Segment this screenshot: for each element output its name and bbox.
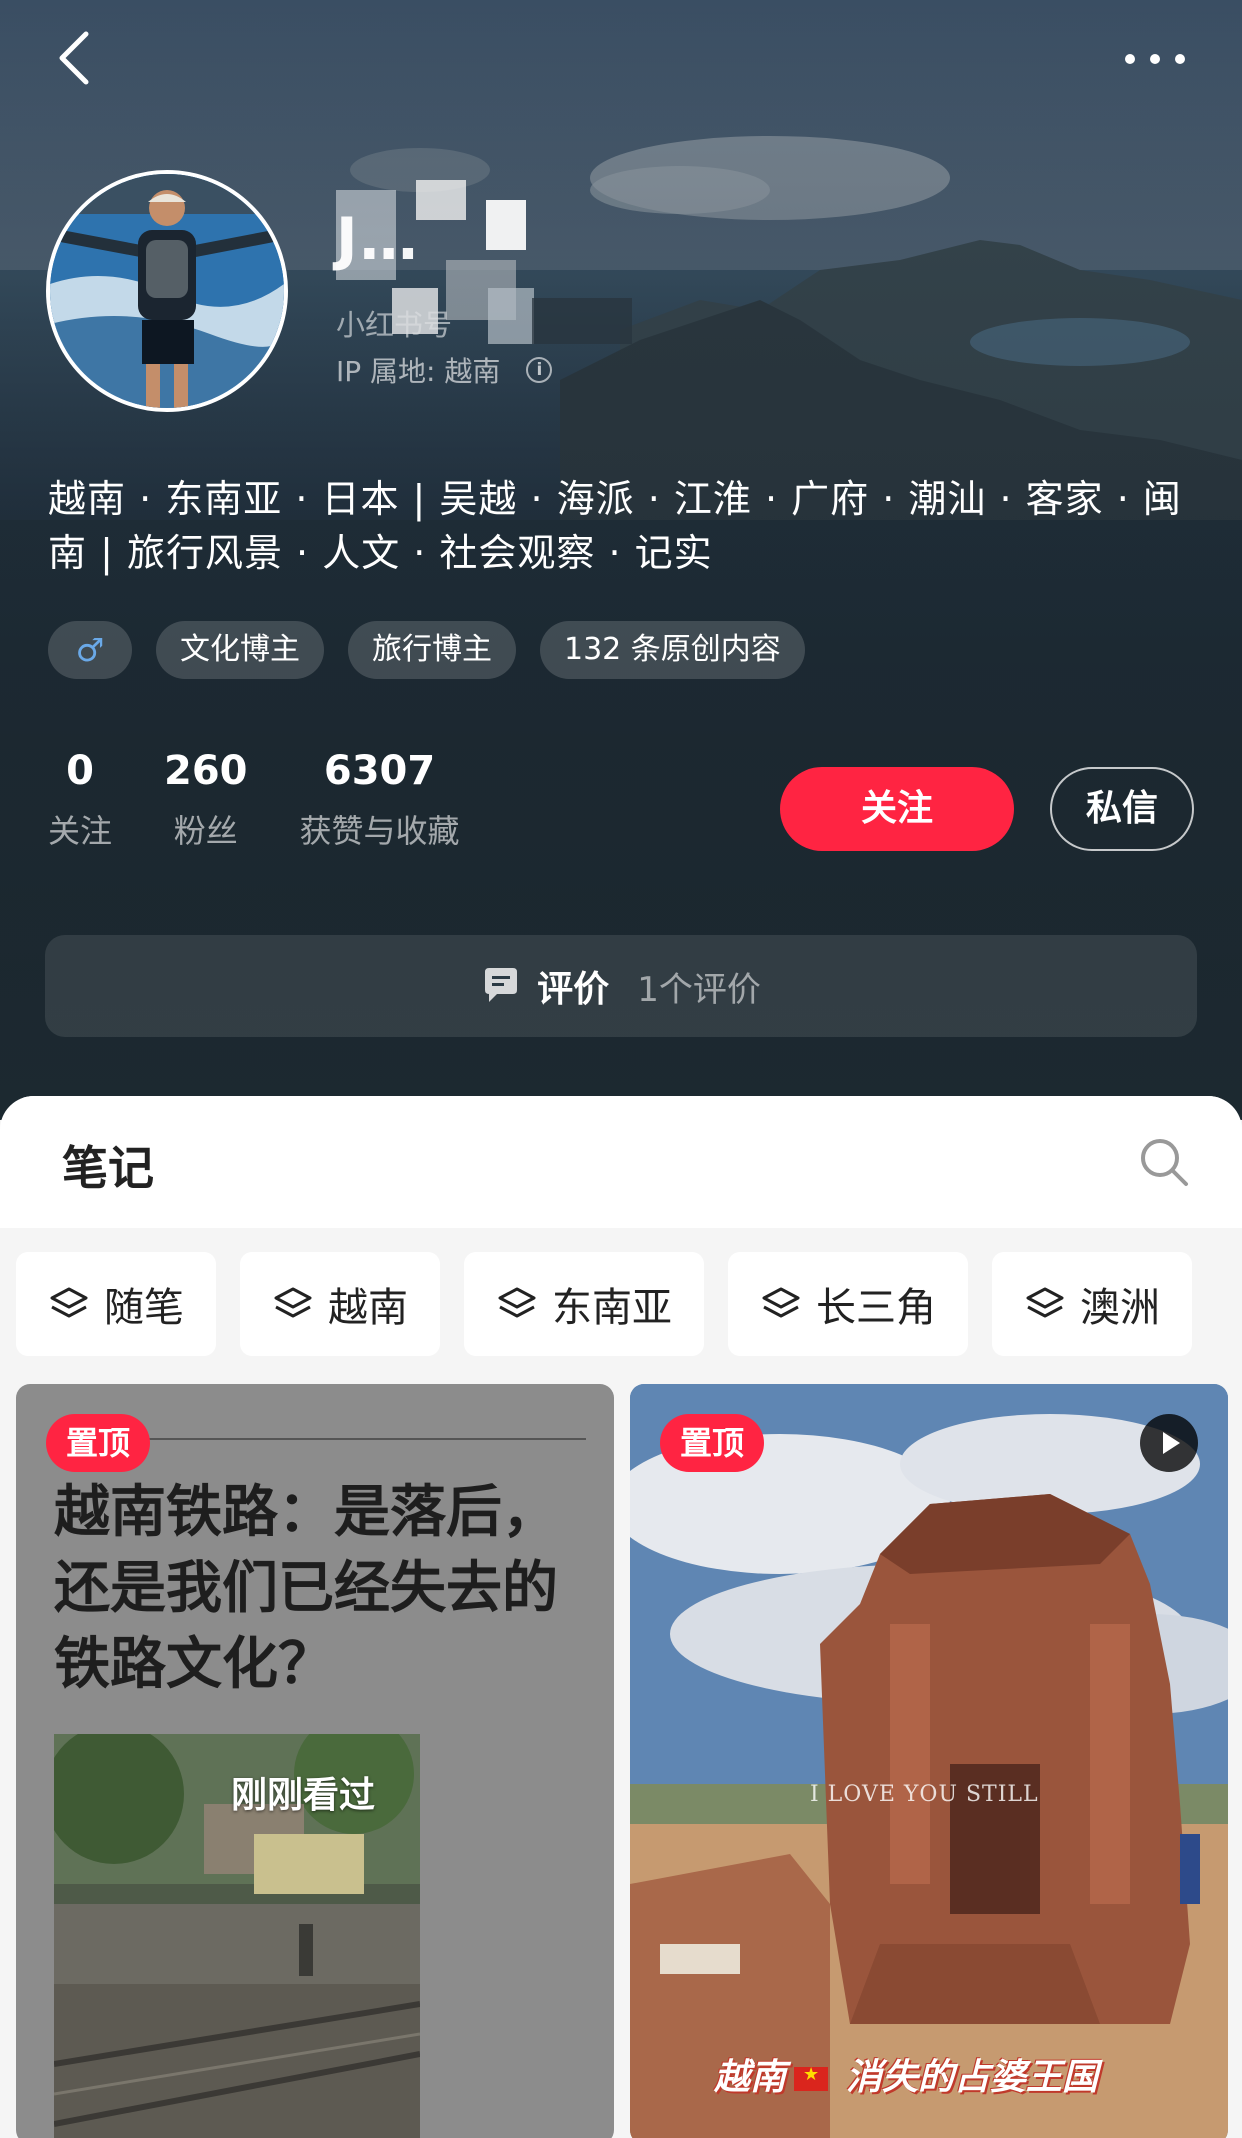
search-icon[interactable] xyxy=(1138,1136,1190,1188)
info-icon[interactable]: i xyxy=(526,357,553,383)
note-card[interactable]: 置顶 越南铁路：是落后，还是我们已经失去的铁路文化？ 刚刚看过 xyxy=(16,1384,614,2138)
tag-original-count[interactable]: 132 条原创内容 xyxy=(540,621,805,679)
vietnam-flag-icon xyxy=(794,2064,829,2091)
note-title: 越南铁路：是落后，还是我们已经失去的铁路文化？ xyxy=(54,1479,558,1697)
username: J… xyxy=(336,205,420,273)
stat-followers[interactable]: 260 粉丝 xyxy=(164,744,248,858)
category-chip[interactable]: 东南亚 xyxy=(464,1252,704,1356)
category-chip[interactable]: 澳洲 xyxy=(992,1252,1192,1356)
stat-value: 6307 xyxy=(323,748,436,794)
layers-icon xyxy=(50,1287,88,1318)
stat-following[interactable]: 0 关注 xyxy=(48,744,112,858)
note-card[interactable]: 置顶 I LOVE YOU STILL 越南 消失的占婆王国 xyxy=(630,1384,1228,2138)
red-id-censor xyxy=(392,288,632,344)
tag-travel[interactable]: 旅行博主 xyxy=(348,621,516,679)
gender-icon: ♂ xyxy=(48,621,132,679)
review-bar[interactable]: 评价 1个评价 xyxy=(45,935,1197,1037)
layers-icon xyxy=(274,1287,312,1318)
divider xyxy=(126,1438,586,1440)
review-count: 1个评价 xyxy=(637,969,761,1010)
pinned-badge: 置顶 xyxy=(46,1414,151,1472)
tab-notes[interactable]: 笔记 xyxy=(62,1132,154,1198)
bio: 越南 · 东南亚 · 日本 | 吴越 · 海派 · 江淮 · 广府 · 潮汕 ·… xyxy=(48,477,1182,575)
message-button[interactable]: 私信 xyxy=(1050,767,1194,851)
ip-location: IP 属地: 越南 i xyxy=(336,350,553,390)
category-chip[interactable]: 越南 xyxy=(240,1252,440,1356)
recently-viewed-label: 刚刚看过 xyxy=(231,1775,376,1816)
layers-icon xyxy=(762,1287,800,1318)
stat-value: 260 xyxy=(164,748,248,794)
caption-part-b: 消失的占婆王国 xyxy=(846,2057,1099,2098)
stat-value: 0 xyxy=(66,748,94,794)
comment-icon xyxy=(485,968,518,1002)
category-row: 随笔 越南 东南亚 长三角 澳洲 xyxy=(16,1252,1192,1356)
stat-label: 关注 xyxy=(48,812,113,850)
follow-button[interactable]: 关注 xyxy=(780,767,1014,851)
tag-list: ♂ 文化博主 旅行博主 132 条原创内容 xyxy=(48,621,805,679)
stat-label: 粉丝 xyxy=(173,812,238,850)
stats: 0 关注 260 粉丝 6307 获赞与收藏 xyxy=(48,744,460,858)
category-label: 越南 xyxy=(328,1285,408,1331)
category-label: 随笔 xyxy=(104,1285,184,1331)
stat-likes[interactable]: 6307 获赞与收藏 xyxy=(300,744,460,858)
category-chip[interactable]: 随笔 xyxy=(16,1252,216,1356)
avatar[interactable] xyxy=(46,170,288,412)
notes-sheet: 笔记 随笔 越南 东南亚 长三角 澳洲 置顶 越南铁路：是落后，还是我们已经失去… xyxy=(0,1096,1242,2138)
pinned-badge: 置顶 xyxy=(660,1414,765,1472)
video-caption: 越南 消失的占婆王国 xyxy=(714,2048,1098,2100)
category-label: 东南亚 xyxy=(552,1285,672,1331)
layers-icon xyxy=(1026,1287,1064,1318)
ip-label: IP 属地: 越南 xyxy=(336,355,501,388)
category-label: 澳洲 xyxy=(1080,1285,1160,1331)
stat-label: 获赞与收藏 xyxy=(299,812,460,850)
avatar-photo xyxy=(50,174,284,408)
back-icon[interactable] xyxy=(50,28,100,88)
review-title: 评价 xyxy=(537,969,610,1010)
category-chip[interactable]: 长三角 xyxy=(728,1252,968,1356)
category-label: 长三角 xyxy=(816,1285,936,1331)
notes-header: 笔记 xyxy=(0,1096,1242,1228)
tag-culture[interactable]: 文化博主 xyxy=(156,621,324,679)
layers-icon xyxy=(498,1287,536,1318)
more-icon[interactable] xyxy=(1120,40,1190,80)
caption-part-a: 越南 xyxy=(714,2057,787,2098)
video-overlay-text: I LOVE YOU STILL xyxy=(810,1782,1039,1807)
play-icon[interactable] xyxy=(1140,1414,1198,1472)
note-photo xyxy=(630,1384,1228,2138)
